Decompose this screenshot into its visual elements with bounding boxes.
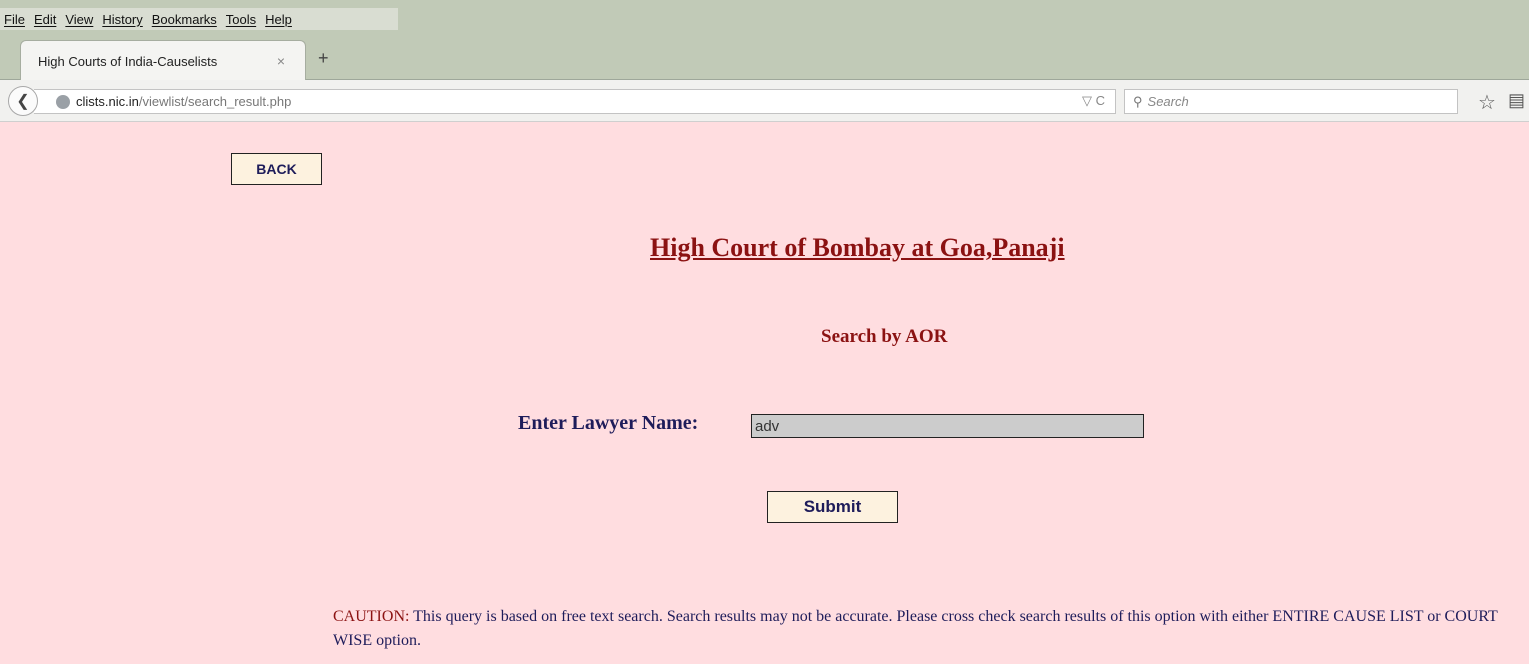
navigation-bar: clists.nic.in /viewlist/search_result.ph…: [0, 80, 1529, 122]
new-tab-icon[interactable]: +: [318, 48, 329, 69]
tab-title: High Courts of India-Causelists: [38, 53, 218, 69]
browser-back-button[interactable]: ❮: [8, 86, 38, 116]
menu-file[interactable]: File: [4, 12, 25, 27]
back-arrow-icon: ❮: [16, 93, 30, 110]
search-bar[interactable]: ⚲ Search: [1124, 89, 1458, 114]
menu-help[interactable]: Help: [265, 12, 292, 27]
caution-notice: CAUTION: This query is based on free tex…: [333, 605, 1513, 653]
court-title: High Court of Bombay at Goa,Panaji: [650, 233, 1065, 262]
menu-view[interactable]: View: [65, 12, 93, 27]
lawyer-name-label: Enter Lawyer Name:: [518, 412, 699, 434]
library-icon[interactable]: ▤: [1508, 90, 1525, 111]
lawyer-name-input[interactable]: [751, 414, 1144, 438]
tab-causelists[interactable]: High Courts of India-Causelists ×: [20, 40, 306, 81]
url-host: clists.nic.in: [76, 94, 139, 109]
menu-bar: File Edit View History Bookmarks Tools H…: [0, 0, 1529, 36]
globe-icon: [56, 94, 70, 109]
search-subtitle: Search by AOR: [821, 326, 948, 347]
reload-icon[interactable]: ▽ C: [1082, 93, 1105, 109]
menu-edit[interactable]: Edit: [34, 12, 56, 27]
close-tab-icon[interactable]: ×: [277, 53, 285, 69]
star-icon[interactable]: ☆: [1478, 90, 1496, 115]
submit-button[interactable]: Submit: [767, 491, 898, 523]
menu-bookmarks[interactable]: Bookmarks: [152, 12, 217, 27]
address-bar[interactable]: clists.nic.in /viewlist/search_result.ph…: [34, 89, 1116, 114]
magnifier-icon: ⚲: [1133, 93, 1143, 109]
caution-label: CAUTION:: [333, 608, 410, 625]
tab-strip: High Courts of India-Causelists × +: [0, 36, 1529, 81]
menu-tools[interactable]: Tools: [226, 12, 256, 27]
url-path: /viewlist/search_result.php: [138, 94, 292, 109]
back-button[interactable]: BACK: [231, 153, 322, 185]
menu-strip: File Edit View History Bookmarks Tools H…: [0, 8, 398, 30]
menu-history[interactable]: History: [102, 12, 142, 27]
search-placeholder: Search: [1147, 94, 1189, 109]
caution-text: This query is based on free text search.…: [333, 608, 1498, 649]
